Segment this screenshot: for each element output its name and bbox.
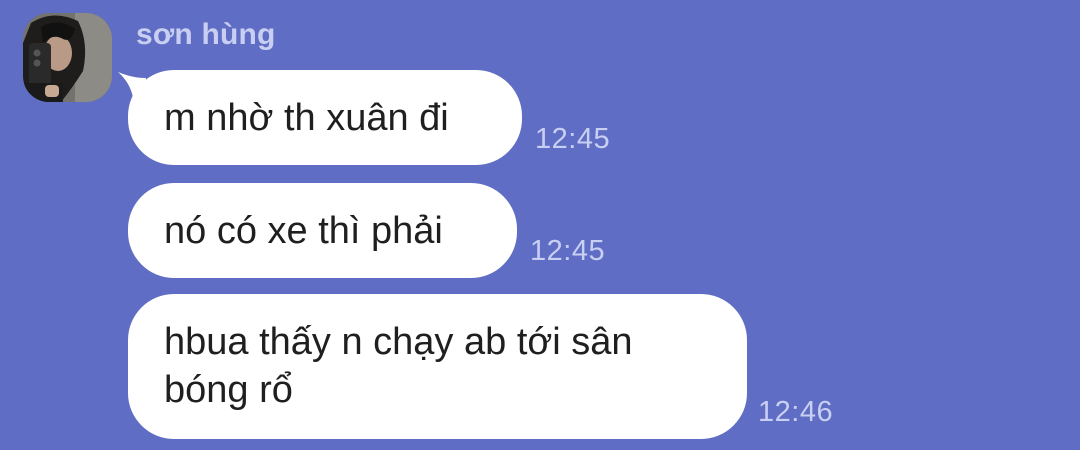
message-text: nó có xe thì phải xyxy=(164,209,443,252)
message-bubble[interactable]: m nhờ th xuân đi xyxy=(128,70,522,165)
avatar-photo xyxy=(23,13,112,102)
chat-thread: sơn hùng m nhờ th xuân đi 12:45 nó có xe… xyxy=(0,0,1080,450)
message-bubble[interactable]: nó có xe thì phải xyxy=(128,183,517,278)
message-bubble[interactable]: hbua thấy n chạy ab tới sân bóng rổ xyxy=(128,294,747,439)
message-text: m nhờ th xuân đi xyxy=(164,96,449,139)
sender-avatar[interactable] xyxy=(23,13,112,102)
message-timestamp: 12:45 xyxy=(530,235,606,267)
message-text: hbua thấy n chạy ab tới sân bóng rổ xyxy=(164,321,633,411)
sender-name: sơn hùng xyxy=(136,18,276,51)
message-timestamp: 12:45 xyxy=(535,123,611,155)
message-timestamp: 12:46 xyxy=(758,396,834,428)
